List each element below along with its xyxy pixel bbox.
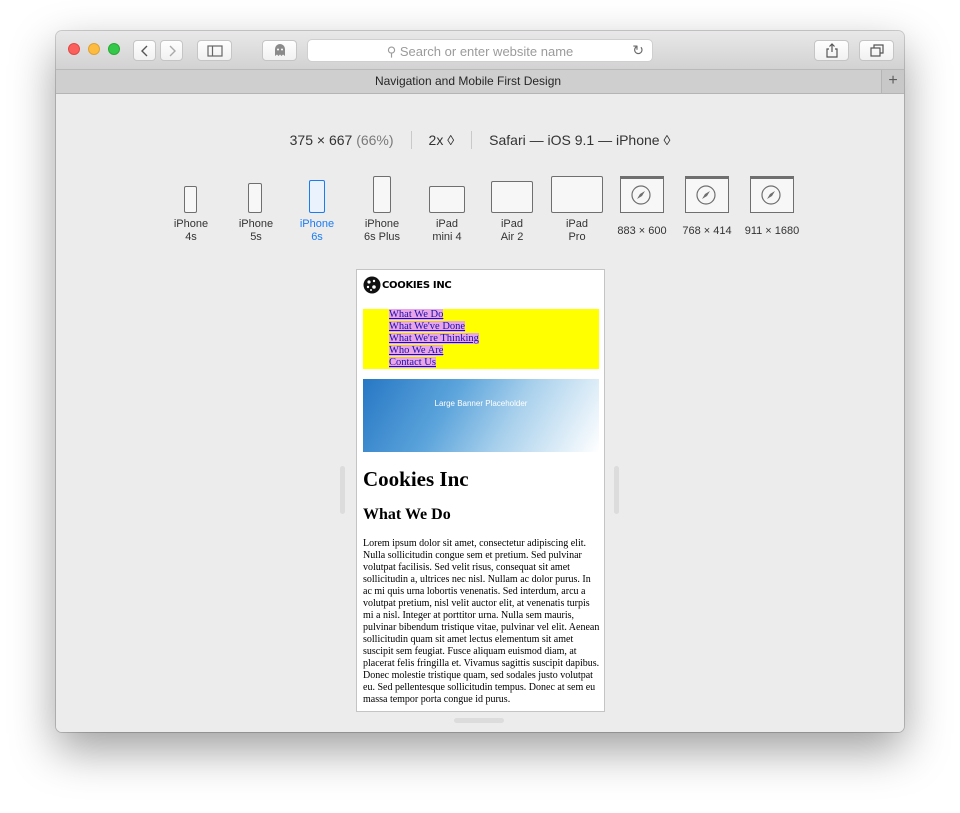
private-browsing-button[interactable] <box>262 40 297 61</box>
desktop-icon <box>750 176 794 213</box>
desktop-icon <box>685 176 729 213</box>
cookie-icon <box>363 276 381 294</box>
share-button[interactable] <box>814 40 849 61</box>
tablet-icon <box>551 176 603 213</box>
device-viewport: COOKIES INC What We Do What We've Done W… <box>356 269 605 712</box>
device-ipad-mini-4[interactable]: iPad mini 4 <box>427 176 467 243</box>
browser-window: ⚲ Search or enter website name ↻ Navigat… <box>56 31 904 732</box>
body-paragraph: Lorem ipsum dolor sit amet, consectetur … <box>363 538 600 705</box>
nav-item: What We Do <box>389 309 599 321</box>
phone-icon <box>373 176 391 213</box>
device-768x414[interactable]: 768 × 414 <box>682 176 732 238</box>
scale-value: (66%) <box>356 132 394 148</box>
device-iphone-5s[interactable]: iPhone 5s <box>236 176 276 243</box>
resize-handle-bottom[interactable] <box>454 718 504 723</box>
phone-icon <box>309 180 325 213</box>
address-placeholder: ⚲ Search or enter website name <box>308 44 652 60</box>
chevron-right-icon <box>169 45 176 56</box>
compass-icon <box>761 185 781 205</box>
logo-text: COOKIES INC <box>382 279 452 291</box>
phone-icon <box>248 183 262 213</box>
page-title: Cookies Inc <box>363 467 469 491</box>
chevron-left-icon <box>140 45 147 56</box>
device-iphone-6s-plus[interactable]: iPhone 6s Plus <box>362 176 402 243</box>
resize-handle-left[interactable] <box>340 466 345 514</box>
banner-placeholder: Large Banner Placeholder <box>363 379 599 452</box>
device-911x1680[interactable]: 911 × 1680 <box>745 176 799 238</box>
nav-link-contact-us[interactable]: Contact Us <box>389 357 436 368</box>
tab-title[interactable]: Navigation and Mobile First Design <box>56 74 880 88</box>
nav-item: Who We Are <box>389 345 599 357</box>
tabs-overview-button[interactable] <box>859 40 894 61</box>
desktop-icon <box>620 176 664 213</box>
resolution-value[interactable]: 375 × 667 <box>290 132 353 148</box>
section-heading: What We Do <box>363 506 451 523</box>
responsive-toolbar: 375 × 667 (66%) 2x ◊ Safari — iOS 9.1 — … <box>56 130 904 150</box>
device-iphone-4s[interactable]: iPhone 4s <box>171 176 211 243</box>
site-nav: What We Do What We've Done What We're Th… <box>363 309 599 369</box>
tab-bar: Navigation and Mobile First Design + <box>56 70 904 94</box>
nav-item: What We're Thinking <box>389 333 599 345</box>
compass-icon <box>631 185 651 205</box>
reload-icon[interactable]: ↻ <box>632 42 644 59</box>
device-883x600[interactable]: 883 × 600 <box>617 176 667 238</box>
sidebar-icon <box>206 44 223 57</box>
nav-item: What We've Done <box>389 321 599 333</box>
back-button[interactable] <box>133 40 156 61</box>
share-icon <box>825 43 838 58</box>
divider <box>471 131 473 149</box>
ghost-icon <box>274 44 285 56</box>
banner-text: Large Banner Placeholder <box>434 399 528 408</box>
sidebar-button[interactable] <box>197 40 232 61</box>
tablet-icon <box>429 186 465 213</box>
device-label: 911 × 1680 <box>744 225 800 237</box>
address-placeholder-text: Search or enter website name <box>399 44 574 59</box>
device-presets: iPhone 4s iPhone 5s iPhone 6s iPhone 6s Plus… <box>56 176 904 246</box>
new-tab-button[interactable]: + <box>881 70 904 93</box>
tabs-icon <box>869 44 884 57</box>
tablet-icon <box>491 181 533 213</box>
address-bar[interactable]: ⚲ Search or enter website name ↻ <box>307 39 653 62</box>
user-agent-select[interactable]: Safari — iOS 9.1 — iPhone ◊ <box>489 132 670 148</box>
nav-link-what-were-thinking[interactable]: What We're Thinking <box>389 333 479 344</box>
site-logo[interactable]: COOKIES INC <box>363 276 452 294</box>
resize-handle-right[interactable] <box>614 466 619 514</box>
responsive-design-mode: 375 × 667 (66%) 2x ◊ Safari — iOS 9.1 — … <box>56 94 904 732</box>
toolbar: ⚲ Search or enter website name ↻ <box>56 31 904 70</box>
nav-link-what-weve-done[interactable]: What We've Done <box>389 321 466 332</box>
device-ipad-air-2[interactable]: iPad Air 2 <box>491 176 533 243</box>
forward-button[interactable] <box>160 40 183 61</box>
search-icon: ⚲ <box>386 44 400 59</box>
zoom-window-button[interactable] <box>108 43 120 55</box>
pixel-ratio-select[interactable]: 2x ◊ <box>429 132 455 148</box>
compass-icon <box>696 185 716 205</box>
nav-link-what-we-do[interactable]: What We Do <box>389 309 444 320</box>
close-window-button[interactable] <box>68 43 80 55</box>
nav-link-who-we-are[interactable]: Who We Are <box>389 345 444 356</box>
device-iphone-6s[interactable]: iPhone 6s <box>297 176 337 243</box>
divider <box>410 131 412 149</box>
minimize-window-button[interactable] <box>88 43 100 55</box>
nav-item: Contact Us <box>389 357 599 369</box>
phone-icon <box>184 186 197 213</box>
device-ipad-pro[interactable]: iPad Pro <box>551 176 603 243</box>
